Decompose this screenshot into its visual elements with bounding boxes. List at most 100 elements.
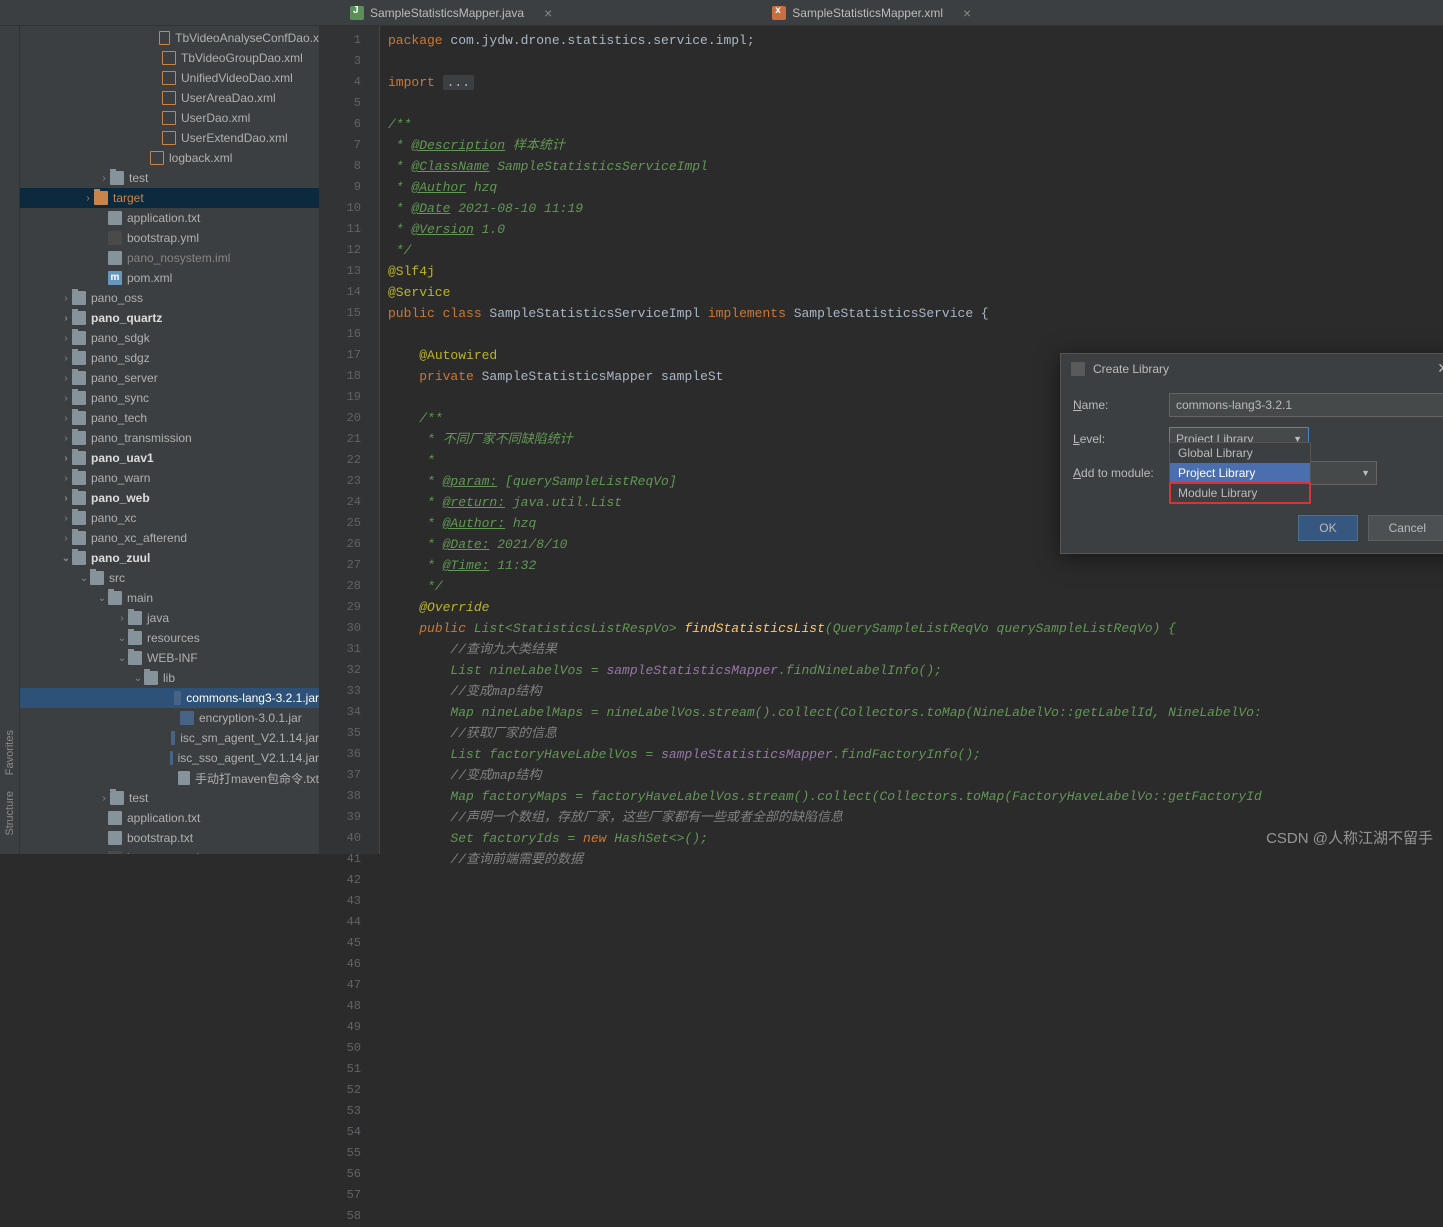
tree-item[interactable]: ⌄lib xyxy=(20,668,319,688)
dialog-titlebar[interactable]: Create Library ✕ xyxy=(1061,354,1443,383)
editor-tab-xml[interactable]: SampleStatisticsMapper.xml × xyxy=(742,0,1001,25)
tree-arrow-icon[interactable]: ⌄ xyxy=(116,633,128,644)
dropdown-item-project[interactable]: Project Library xyxy=(1170,463,1310,483)
gutter-line[interactable]: 52 xyxy=(320,1080,379,1101)
tree-arrow-icon[interactable]: › xyxy=(60,493,72,504)
tree-item[interactable]: ›target xyxy=(20,188,319,208)
gutter-line[interactable]: 22 xyxy=(320,450,379,471)
tree-item[interactable]: ›pano_xc xyxy=(20,508,319,528)
tree-item[interactable]: pano_nosystem.iml xyxy=(20,248,319,268)
gutter-line[interactable]: 5 xyxy=(320,93,379,114)
tree-arrow-icon[interactable]: › xyxy=(60,513,72,524)
gutter-line[interactable]: 18 xyxy=(320,366,379,387)
name-input[interactable] xyxy=(1169,393,1443,417)
tree-arrow-icon[interactable]: ⌄ xyxy=(60,553,72,564)
tree-arrow-icon[interactable]: › xyxy=(60,393,72,404)
gutter-line[interactable]: 28 xyxy=(320,576,379,597)
close-icon[interactable]: × xyxy=(544,5,552,21)
gutter-line[interactable]: 39 xyxy=(320,807,379,828)
tree-arrow-icon[interactable]: › xyxy=(98,173,110,184)
tree-arrow-icon[interactable]: ⌄ xyxy=(78,573,90,584)
tree-item[interactable]: encryption-3.0.1.jar xyxy=(20,708,319,728)
gutter-line[interactable]: 3 xyxy=(320,51,379,72)
tree-item[interactable]: ›pano_oss xyxy=(20,288,319,308)
gutter-line[interactable]: 15 xyxy=(320,303,379,324)
tree-item[interactable]: ›pano_warn xyxy=(20,468,319,488)
gutter-line[interactable]: 38 xyxy=(320,786,379,807)
close-icon[interactable]: ✕ xyxy=(1437,360,1443,377)
gutter-line[interactable]: 16 xyxy=(320,324,379,345)
tree-arrow-icon[interactable]: ⌄ xyxy=(116,653,128,664)
tree-arrow-icon[interactable]: › xyxy=(60,313,72,324)
gutter-line[interactable]: 6 xyxy=(320,114,379,135)
tree-arrow-icon[interactable]: ⌄ xyxy=(96,593,108,604)
tree-item[interactable]: ›pano_sync xyxy=(20,388,319,408)
project-tree[interactable]: TbVideoAnalyseConfDao.xTbVideoGroupDao.x… xyxy=(20,26,320,854)
rail-favorites[interactable]: Favorites xyxy=(4,722,16,783)
gutter-line[interactable]: 31 xyxy=(320,639,379,660)
tree-item[interactable]: UnifiedVideoDao.xml xyxy=(20,68,319,88)
editor-tab-java[interactable]: SampleStatisticsMapper.java × xyxy=(320,0,582,25)
tree-item[interactable]: ›pano_sdgz xyxy=(20,348,319,368)
tree-item[interactable]: TbVideoGroupDao.xml xyxy=(20,48,319,68)
tree-arrow-icon[interactable]: › xyxy=(116,613,128,624)
gutter-line[interactable]: 41 xyxy=(320,849,379,870)
tree-arrow-icon[interactable]: › xyxy=(98,793,110,804)
gutter-line[interactable]: 56 xyxy=(320,1164,379,1185)
tree-item[interactable]: bootstrap.yml xyxy=(20,228,319,248)
gutter-line[interactable]: 37 xyxy=(320,765,379,786)
gutter-line[interactable]: 53 xyxy=(320,1101,379,1122)
gutter-line[interactable]: 24 xyxy=(320,492,379,513)
gutter-line[interactable]: 20 xyxy=(320,408,379,429)
close-icon[interactable]: × xyxy=(963,5,971,21)
gutter-line[interactable]: 30 xyxy=(320,618,379,639)
tree-arrow-icon[interactable]: › xyxy=(60,333,72,344)
gutter-line[interactable]: 58 xyxy=(320,1206,379,1227)
tree-item[interactable]: ›java xyxy=(20,608,319,628)
gutter-line[interactable]: 43 xyxy=(320,891,379,912)
tree-item[interactable]: ›pano_uav1 xyxy=(20,448,319,468)
gutter-line[interactable]: 17 xyxy=(320,345,379,366)
gutter-line[interactable]: 23 xyxy=(320,471,379,492)
gutter-line[interactable]: 34 xyxy=(320,702,379,723)
tree-item[interactable]: ›test xyxy=(20,788,319,808)
tree-item[interactable]: UserDao.xml xyxy=(20,108,319,128)
gutter-line[interactable]: 40 xyxy=(320,828,379,849)
gutter-line[interactable]: 32 xyxy=(320,660,379,681)
gutter-line[interactable]: 36 xyxy=(320,744,379,765)
ok-button[interactable]: OK xyxy=(1298,515,1357,541)
tree-item[interactable]: UserExtendDao.xml xyxy=(20,128,319,148)
gutter-line[interactable]: 54 xyxy=(320,1122,379,1143)
gutter-line[interactable]: 13 xyxy=(320,261,379,282)
tree-item[interactable]: application.txt xyxy=(20,208,319,228)
tree-item[interactable]: bootstrap.yml xyxy=(20,848,319,854)
cancel-button[interactable]: Cancel xyxy=(1368,515,1443,541)
gutter-line[interactable]: 11 xyxy=(320,219,379,240)
tree-item[interactable]: ⌄WEB-INF xyxy=(20,648,319,668)
gutter-line[interactable]: 1 xyxy=(320,30,379,51)
gutter-line[interactable]: 7 xyxy=(320,135,379,156)
tree-item[interactable]: ›pano_xc_afterend xyxy=(20,528,319,548)
tree-arrow-icon[interactable]: › xyxy=(60,473,72,484)
tree-item[interactable]: logback.xml xyxy=(20,148,319,168)
tree-arrow-icon[interactable]: › xyxy=(60,533,72,544)
gutter-line[interactable]: 46 xyxy=(320,954,379,975)
gutter-line[interactable]: 44 xyxy=(320,912,379,933)
tree-item[interactable]: ›pano_quartz xyxy=(20,308,319,328)
gutter-line[interactable]: 47 xyxy=(320,975,379,996)
tree-arrow-icon[interactable]: › xyxy=(82,193,94,204)
gutter-line[interactable]: 4 xyxy=(320,72,379,93)
gutter-line[interactable]: 35 xyxy=(320,723,379,744)
tree-arrow-icon[interactable]: › xyxy=(60,413,72,424)
tree-item[interactable]: UserAreaDao.xml xyxy=(20,88,319,108)
tree-item[interactable]: ⌄src xyxy=(20,568,319,588)
dropdown-item-module[interactable]: Module Library xyxy=(1170,483,1310,503)
gutter-line[interactable]: 9 xyxy=(320,177,379,198)
gutter-line[interactable]: 8 xyxy=(320,156,379,177)
gutter-line[interactable]: 55 xyxy=(320,1143,379,1164)
gutter-line[interactable]: 50 xyxy=(320,1038,379,1059)
gutter-line[interactable]: 57 xyxy=(320,1185,379,1206)
tree-item[interactable]: ›pano_server xyxy=(20,368,319,388)
tree-item[interactable]: isc_sso_agent_V2.1.14.jar xyxy=(20,748,319,768)
gutter-line[interactable]: 27 xyxy=(320,555,379,576)
